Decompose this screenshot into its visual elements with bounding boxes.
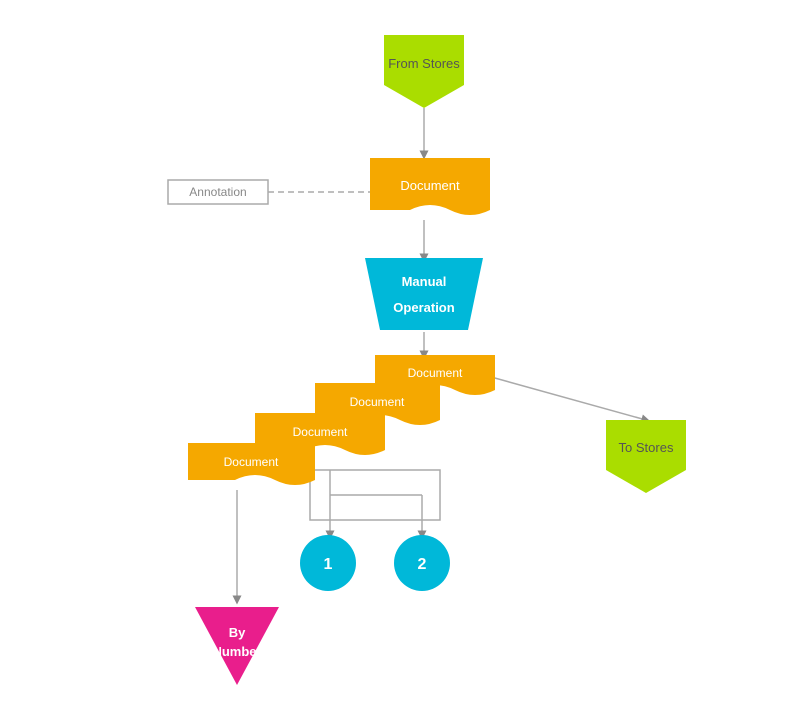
document2-label: Document xyxy=(408,366,463,380)
circle1-node: 1 xyxy=(300,535,356,591)
to-stores-label: To Stores xyxy=(619,440,674,455)
document5-node: Document xyxy=(188,443,315,485)
document3-label: Document xyxy=(350,395,405,409)
manual-op-label2: Operation xyxy=(393,300,454,315)
document1-label: Document xyxy=(400,178,460,193)
document4-label: Document xyxy=(293,425,348,439)
document5-label: Document xyxy=(224,455,279,469)
annotation-node: Annotation xyxy=(168,180,268,204)
circle2-label: 2 xyxy=(418,556,427,573)
annotation-label: Annotation xyxy=(189,185,246,199)
from-stores-node: From Stores xyxy=(384,35,464,108)
by-number-label: By xyxy=(229,625,246,640)
document1-node: Document xyxy=(370,158,490,215)
circle1-label: 1 xyxy=(324,556,333,573)
by-number-label2: Number xyxy=(212,644,261,659)
by-number-node: By Number xyxy=(195,607,279,685)
manual-op-label: Manual xyxy=(402,274,447,289)
circle2-node: 2 xyxy=(394,535,450,591)
flowchart-diagram: From Stores Document Annotation Manual O… xyxy=(0,0,809,724)
from-stores-label: From Stores xyxy=(388,56,460,71)
to-stores-node: To Stores xyxy=(606,420,686,493)
manual-operation-node: Manual Operation xyxy=(365,258,483,330)
